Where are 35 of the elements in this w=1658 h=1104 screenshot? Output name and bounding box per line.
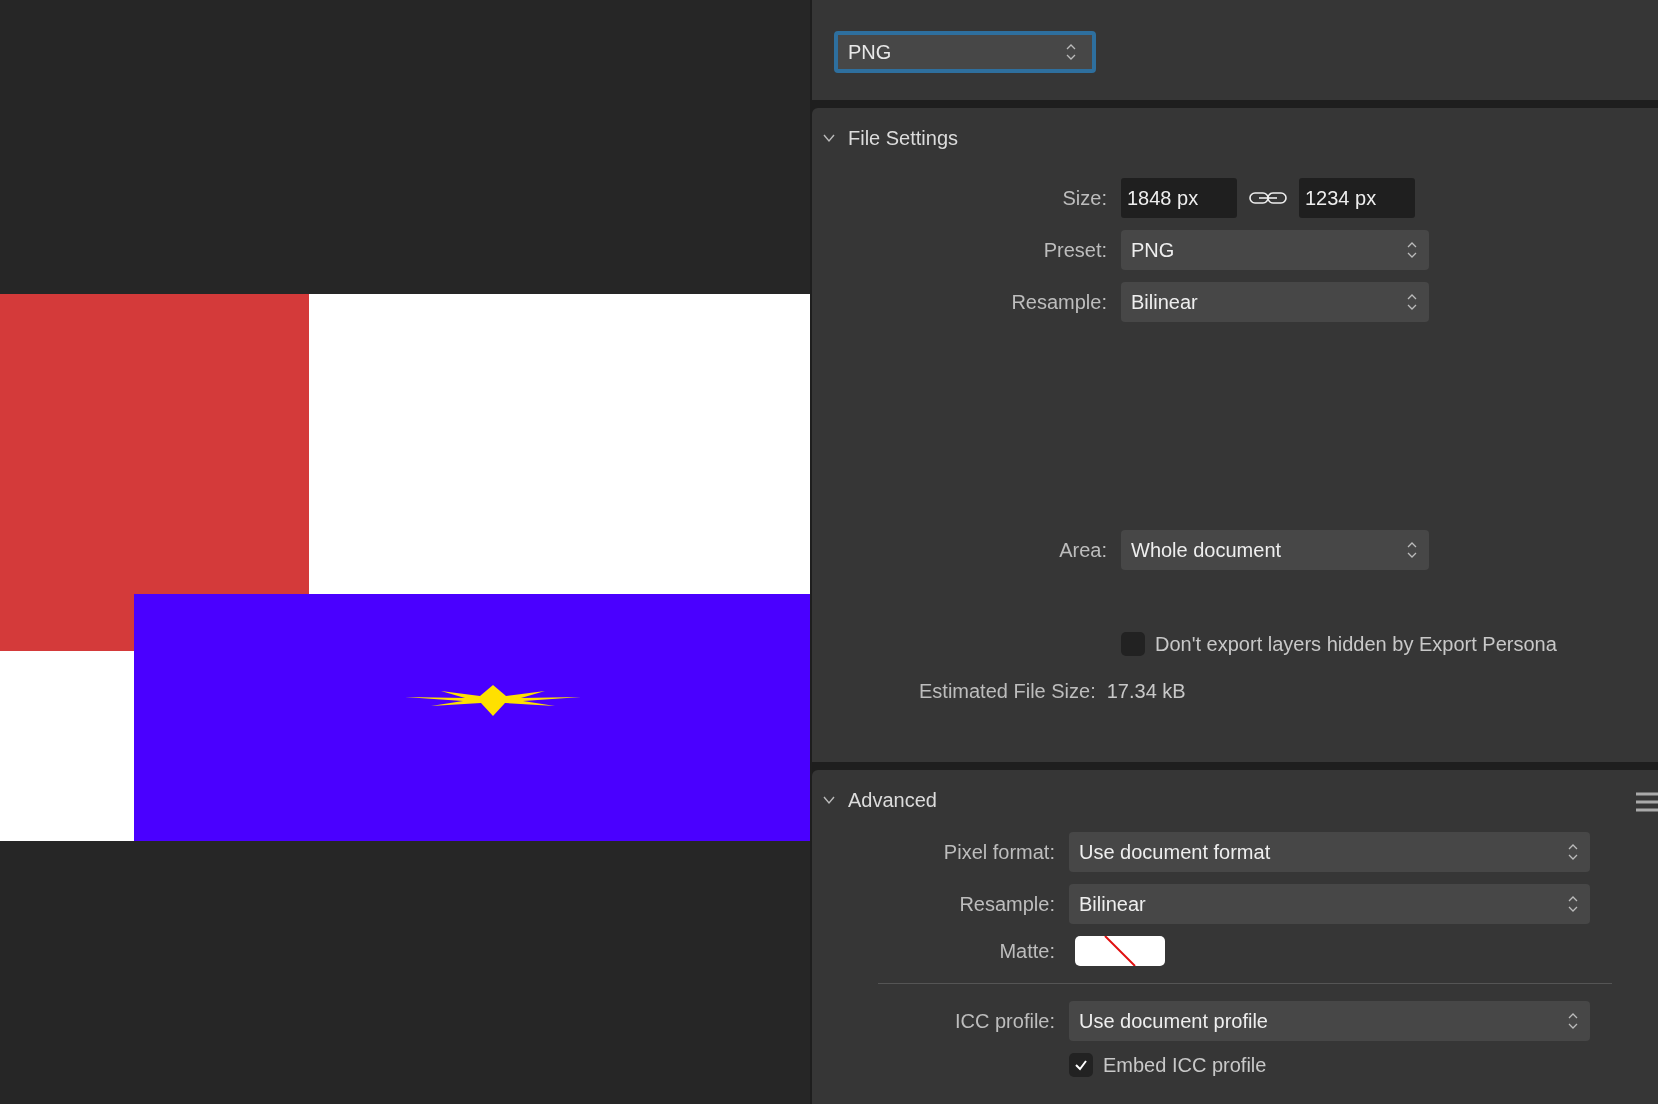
- menu-icon[interactable]: [1636, 792, 1658, 812]
- width-field[interactable]: 1848 px: [1121, 178, 1237, 218]
- checkmark-icon: [1074, 1058, 1088, 1072]
- stepper-arrows-icon: [1407, 240, 1417, 260]
- stepper-arrows-icon: [1407, 292, 1417, 312]
- matte-swatch[interactable]: [1075, 936, 1165, 966]
- section-title[interactable]: Advanced: [848, 788, 937, 812]
- field-label: Matte:: [998, 939, 1055, 963]
- checkbox-label[interactable]: Don't export layers hidden by Export Persona: [1155, 632, 1557, 656]
- resample-dropdown[interactable]: Bilinear: [1121, 282, 1429, 322]
- stepper-arrows-icon: [1568, 842, 1578, 862]
- format-select[interactable]: PNG: [834, 31, 1096, 73]
- field-label: Area:: [1058, 538, 1107, 562]
- stepper-arrows-icon: [1407, 540, 1417, 560]
- stepper-arrows-icon: [1568, 1011, 1578, 1031]
- preset-dropdown[interactable]: PNG: [1121, 230, 1429, 270]
- section-title[interactable]: File Settings: [848, 126, 959, 150]
- pixel-format-dropdown[interactable]: Use document format: [1069, 832, 1590, 872]
- checkbox-label[interactable]: Embed ICC profile: [1103, 1053, 1267, 1077]
- link-icon[interactable]: [1249, 191, 1287, 205]
- field-label: Resample:: [1010, 290, 1107, 314]
- height-field[interactable]: 1234 px: [1299, 178, 1415, 218]
- field-label: Resample:: [958, 892, 1055, 916]
- field-label: Preset:: [1042, 238, 1107, 262]
- stepper-arrows-icon: [1066, 42, 1076, 62]
- field-label: Pixel format:: [942, 840, 1055, 864]
- resample-dropdown[interactable]: Bilinear: [1069, 884, 1590, 924]
- field-label: Size:: [1061, 186, 1107, 210]
- field-label: ICC profile:: [953, 1009, 1055, 1033]
- checkbox[interactable]: [1069, 1053, 1093, 1077]
- icc-profile-dropdown[interactable]: Use document profile: [1069, 1001, 1590, 1041]
- area-dropdown[interactable]: Whole document: [1121, 530, 1429, 570]
- stepper-arrows-icon: [1568, 894, 1578, 914]
- estimated-size-label: Estimated File Size:: [919, 680, 1096, 703]
- estimated-size-value: 17.34 kB: [1106, 680, 1186, 703]
